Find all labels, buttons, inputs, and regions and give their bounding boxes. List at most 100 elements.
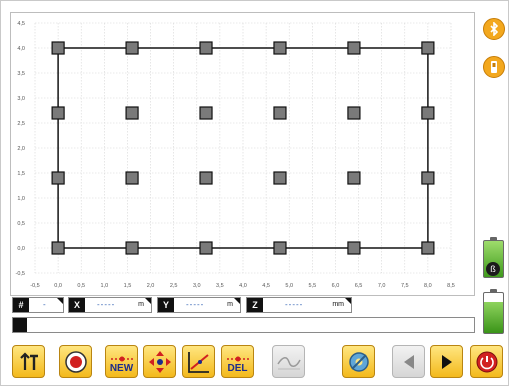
x-tick-label: 3,0: [193, 283, 201, 289]
grid-point[interactable]: [273, 241, 287, 255]
grid-point[interactable]: [51, 171, 65, 185]
field-corner-icon: [234, 298, 240, 304]
grid-point[interactable]: [125, 171, 139, 185]
y-tick-label: 3,0: [17, 96, 25, 102]
status-message-bar: [12, 317, 475, 333]
grid-point[interactable]: [51, 41, 65, 55]
field-corner-icon: [345, 298, 351, 304]
x-tick-label: 0,0: [54, 283, 62, 289]
grid-plot-canvas[interactable]: -0,5 0,0 0,5 1,0 1,5 2,0 2,5 3,0 3,5 4,0 4,5 5,0 5,5…: [11, 13, 474, 295]
del-label: DEL: [227, 363, 248, 374]
bottom-toolbar: NEW DEL: [12, 345, 507, 381]
grid-point[interactable]: [51, 241, 65, 255]
x-tick-label: 7,0: [378, 283, 386, 289]
point-index-field[interactable]: # -: [12, 297, 64, 313]
grid-point[interactable]: [273, 41, 287, 55]
y-unit: m: [227, 301, 233, 308]
settings-button[interactable]: [342, 345, 375, 378]
grid-point[interactable]: [421, 41, 435, 55]
grid-point[interactable]: [273, 106, 287, 120]
status-marker: [13, 318, 27, 332]
grid-point[interactable]: [51, 106, 65, 120]
laser-receiver-icon[interactable]: [483, 56, 505, 78]
x-tag: X: [69, 298, 85, 312]
power-icon: [476, 351, 497, 372]
grid-point[interactable]: [273, 171, 287, 185]
y-tick-label: 2,5: [17, 121, 25, 127]
set-height-button[interactable]: [12, 345, 45, 378]
profile-button[interactable]: [272, 345, 305, 378]
move-point-icon: [148, 350, 171, 373]
y-tag: Y: [158, 298, 174, 312]
grid-point[interactable]: [125, 241, 139, 255]
x-value: -----: [97, 300, 116, 309]
new-point-icon: [110, 356, 133, 362]
slope-icon: [187, 351, 209, 373]
record-icon: [64, 350, 87, 373]
next-button[interactable]: [430, 345, 463, 378]
grid-point[interactable]: [421, 171, 435, 185]
new-label: NEW: [109, 363, 134, 374]
bluetooth-badge-icon: ß: [486, 262, 500, 276]
x-tick-label: 7,5: [401, 283, 409, 289]
y-tick-label: 4,5: [17, 21, 25, 27]
grid-plot[interactable]: -0,5 0,0 0,5 1,0 1,5 2,0 2,5 3,0 3,5 4,0 4,5 5,0 5,5…: [10, 12, 475, 296]
x-tick-label: -0,5: [30, 283, 39, 289]
x-coordinate-field[interactable]: X ----- m: [68, 297, 152, 313]
field-corner-icon: [57, 298, 63, 304]
z-tag: Z: [247, 298, 263, 312]
x-tick-label: 3,5: [216, 283, 224, 289]
grid-point[interactable]: [347, 106, 361, 120]
y-value: -----: [186, 300, 205, 309]
y-coordinate-field[interactable]: Y ----- m: [157, 297, 241, 313]
previous-button[interactable]: [392, 345, 425, 378]
grid-point[interactable]: [125, 106, 139, 120]
y-tick-label: -0,5: [16, 271, 25, 277]
set-height-icon: [19, 351, 38, 370]
z-value: -----: [285, 300, 304, 309]
y-tick-label: 0,5: [17, 221, 25, 227]
grid-point[interactable]: [199, 171, 213, 185]
move-point-button[interactable]: [143, 345, 176, 378]
new-point-button[interactable]: NEW: [105, 345, 138, 378]
grid-point[interactable]: [199, 241, 213, 255]
x-tick-label: 6,0: [332, 283, 340, 289]
z-coordinate-field[interactable]: Z ----- mm: [246, 297, 352, 313]
x-tick-label: 2,5: [170, 283, 178, 289]
y-tick-label: 0,0: [17, 246, 25, 252]
settings-icon: [348, 351, 369, 372]
x-tick-label: 6,5: [355, 283, 363, 289]
grid-point[interactable]: [125, 41, 139, 55]
x-tick-label: 8,5: [447, 283, 455, 289]
y-tick-label: 1,0: [17, 196, 25, 202]
grid-point[interactable]: [199, 106, 213, 120]
power-button[interactable]: [470, 345, 503, 378]
bluetooth-status-icon[interactable]: [483, 18, 505, 40]
grid-point[interactable]: [421, 106, 435, 120]
x-unit: m: [138, 301, 144, 308]
x-tick-label: 8,0: [424, 283, 432, 289]
x-tick-label: 2,0: [147, 283, 155, 289]
grid-point[interactable]: [199, 41, 213, 55]
y-tick-label: 3,5: [17, 71, 25, 77]
x-tick-label: 0,5: [77, 283, 85, 289]
y-tick-label: 2,0: [17, 146, 25, 152]
y-tick-label: 4,0: [17, 46, 25, 52]
grid-point[interactable]: [347, 41, 361, 55]
x-tick-label: 5,0: [285, 283, 293, 289]
grid-point[interactable]: [347, 241, 361, 255]
delete-point-button[interactable]: DEL: [221, 345, 254, 378]
record-button[interactable]: [59, 345, 92, 378]
coordinate-bar: # - X ----- m Y ----- m Z ----- mm: [12, 297, 475, 313]
profile-icon: [276, 356, 301, 369]
slope-button[interactable]: [182, 345, 215, 378]
grid-point[interactable]: [347, 171, 361, 185]
next-icon: [441, 354, 452, 369]
x-tick-label: 5,5: [309, 283, 317, 289]
previous-icon: [403, 354, 414, 369]
y-tick-label: 1,5: [17, 171, 25, 177]
battery-indicator-2: [483, 289, 504, 334]
z-unit: mm: [332, 301, 344, 308]
field-corner-icon: [145, 298, 151, 304]
grid-point[interactable]: [421, 241, 435, 255]
